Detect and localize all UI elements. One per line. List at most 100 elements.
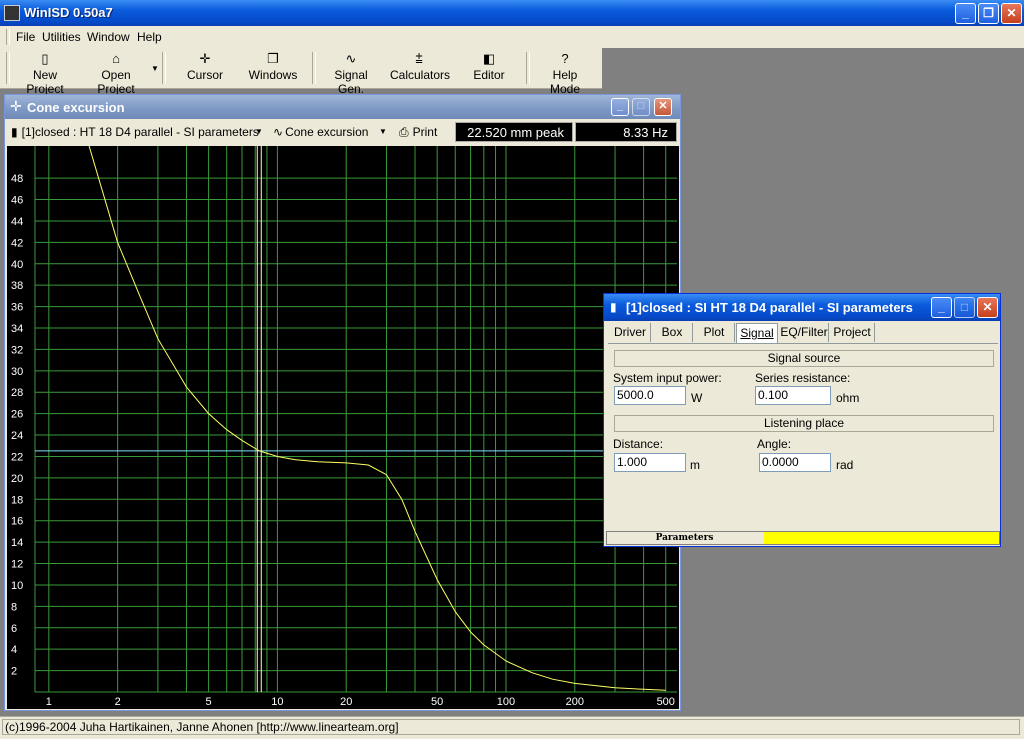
tab-driver[interactable]: Driver [610, 323, 651, 342]
speaker-icon: ◧ [482, 51, 496, 66]
sine-wave-icon: ∿ [345, 51, 357, 66]
x-tick-label: 100 [497, 696, 515, 708]
distance-field[interactable]: 1.000 [614, 453, 686, 472]
y-tick-label: 38 [11, 280, 23, 292]
chart-background [7, 146, 679, 709]
series-resistance-unit: ohm [836, 391, 860, 405]
toolbar: ▯ New Project ⌂ Open Project ▼ ✛ Cursor … [0, 48, 1024, 96]
driver-icon: ▮ [610, 300, 617, 314]
distance-unit: m [690, 458, 700, 472]
readout-value: 22.520 mm peak [455, 122, 573, 142]
statusbar: (c)1996-2004 Juha Hartikainen, Janne Aho… [0, 716, 1024, 739]
y-tick-label: 32 [11, 344, 23, 356]
angle-unit: rad [836, 458, 854, 472]
params-minimize-button[interactable]: _ [931, 297, 952, 318]
y-tick-label: 26 [11, 409, 23, 421]
editor-button[interactable]: ◧ Editor [470, 51, 508, 83]
system-input-power-field[interactable]: 5000.0 [614, 386, 686, 405]
windows-label: Windows [248, 68, 298, 82]
params-maximize-button[interactable]: □ [954, 297, 975, 318]
y-tick-label: 2 [11, 666, 17, 678]
plot-toolbar: ▮ [1]closed : HT 18 D4 parallel - SI para… [7, 121, 678, 143]
cursor-label: Cursor [186, 68, 223, 82]
system-input-power-unit: W [691, 391, 703, 405]
y-tick-label: 34 [11, 323, 23, 335]
readout-frequency: 8.33 Hz [575, 122, 677, 142]
menu-help[interactable]: Help [137, 30, 162, 44]
signal-gen-label: Signal Gen. [334, 68, 368, 96]
calculators-button[interactable]: ⩲ Calculators [390, 51, 451, 83]
y-tick-label: 14 [11, 537, 23, 549]
y-tick-label: 8 [11, 601, 17, 613]
parameters-title: [1]closed : SI HT 18 D4 parallel - SI pa… [626, 300, 913, 315]
menu-utilities[interactable]: Utilities [42, 30, 81, 44]
cone-excursion-titlebar[interactable]: ✛ Cone excursion _ □ ✕ [5, 95, 680, 119]
y-tick-label: 48 [11, 173, 23, 185]
new-project-button[interactable]: ▯ New Project [14, 51, 76, 97]
tab-eq-filter[interactable]: EQ/Filter [780, 323, 829, 342]
cursor-button[interactable]: ✛ Cursor [180, 52, 230, 83]
crosshair-icon: ✛ [10, 98, 22, 114]
tab-box[interactable]: Box [652, 323, 693, 342]
y-tick-label: 12 [11, 559, 23, 571]
close-button[interactable]: ✕ [1001, 3, 1022, 24]
graph-combo[interactable]: ∿ Cone excursion ▼ [273, 122, 391, 142]
toolbar-separator [162, 52, 166, 84]
open-project-dropdown-arrow[interactable]: ▼ [151, 64, 159, 73]
tab-project[interactable]: Project [830, 323, 875, 342]
print-button[interactable]: ⎙ Print [399, 122, 447, 142]
cone-excursion-window: ✛ Cone excursion _ □ ✕ ▮ [1]closed : HT 1… [4, 94, 681, 711]
help-mode-label: Help Mode [549, 68, 581, 96]
calculator-icon: ⩲ [415, 51, 423, 66]
x-tick-label: 1 [46, 696, 52, 708]
calculators-label: Calculators [390, 68, 451, 82]
restore-button[interactable]: ❐ [978, 3, 999, 24]
cone-excursion-title: Cone excursion [27, 100, 125, 115]
new-project-icon: ▯ [41, 51, 49, 66]
menubar-grip [6, 29, 10, 45]
parameters-titlebar[interactable]: ▮ [1]closed : SI HT 18 D4 parallel - SI … [604, 294, 1000, 321]
new-project-label: New Project [26, 68, 64, 96]
app-title: WinISD 0.50a7 [24, 5, 113, 20]
printer-icon: ⎙ [399, 125, 409, 139]
open-project-button[interactable]: ⌂ Open Project [81, 52, 151, 97]
signal-gen-button[interactable]: ∿ Signal Gen. [320, 51, 382, 97]
child-minimize-button[interactable]: _ [611, 98, 629, 116]
sine-wave-icon: ∿ [273, 125, 284, 139]
menubar: File Utilities Window Help [0, 26, 1024, 48]
tab-plot[interactable]: Plot [694, 323, 735, 342]
y-tick-label: 22 [11, 451, 23, 463]
windows-button[interactable]: ❐ Windows [246, 51, 300, 83]
cone-excursion-chart[interactable]: 2468101214161820222426283032343638404244… [7, 146, 679, 709]
y-tick-label: 20 [11, 473, 23, 485]
x-tick-label: 2 [115, 696, 121, 708]
minimize-button[interactable]: _ [955, 3, 976, 24]
x-tick-label: 5 [206, 696, 212, 708]
child-maximize-button[interactable]: □ [632, 98, 650, 116]
chevron-down-icon: ▼ [255, 127, 263, 136]
menu-window[interactable]: Window [87, 30, 130, 44]
open-project-label: Open Project [97, 68, 135, 96]
distance-label: Distance: [613, 437, 664, 451]
menu-file[interactable]: File [16, 30, 35, 44]
parameters-status-bar: Parameters [606, 531, 1000, 545]
child-close-button[interactable]: ✕ [654, 98, 672, 116]
params-close-button[interactable]: ✕ [977, 297, 998, 318]
angle-label: Angle: [757, 437, 792, 451]
parameters-status-indicator [764, 532, 999, 544]
x-tick-label: 20 [340, 696, 352, 708]
project-combo[interactable]: ▮ [1]closed : HT 18 D4 parallel - SI para… [9, 122, 265, 142]
app-icon [4, 5, 20, 21]
system-input-power-label: System input power: [613, 371, 722, 385]
windows-icon: ❐ [267, 51, 279, 66]
x-tick-label: 50 [431, 696, 443, 708]
app-titlebar: WinISD 0.50a7 _ ❐ ✕ [0, 0, 1024, 26]
toolbar-separator [312, 52, 316, 84]
listening-place-header: Listening place [614, 415, 994, 432]
tab-signal[interactable]: Signal [736, 323, 778, 343]
y-tick-label: 6 [11, 623, 17, 635]
help-mode-button[interactable]: ? Help Mode [536, 52, 594, 97]
angle-field[interactable]: 0.0000 [759, 453, 831, 472]
series-resistance-field[interactable]: 0.100 [755, 386, 831, 405]
y-tick-label: 30 [11, 366, 23, 378]
